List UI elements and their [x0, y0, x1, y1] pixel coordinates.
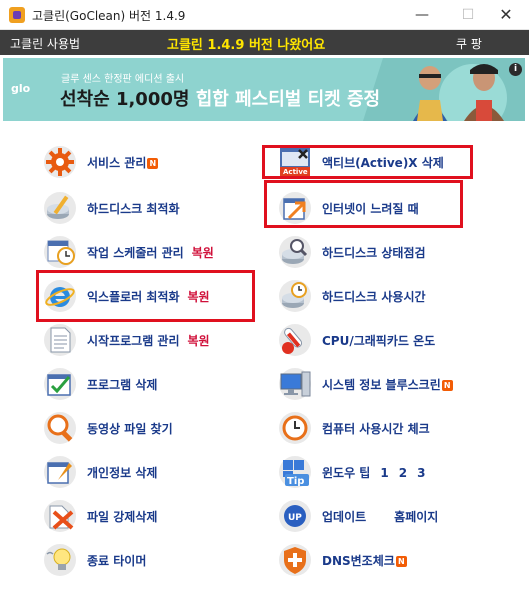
banner-headline-light: 힙합 페스티벌 티켓 증정 — [189, 89, 381, 110]
item-label: 하드디스크 상태점검 — [322, 246, 426, 260]
new-badge: N — [147, 158, 159, 169]
disk-health-item[interactable]: 하드디스크 상태점검 — [277, 234, 477, 270]
item-label: 파일 강제삭제 — [87, 510, 158, 524]
tip-3-link[interactable]: 3 — [417, 466, 425, 480]
close-button[interactable]: ✕ — [483, 0, 529, 30]
system-info-item[interactable]: 시스템 정보 블루스크린 N — [277, 366, 497, 402]
document-icon — [44, 324, 76, 356]
thermometer-icon — [279, 324, 311, 356]
howto-link[interactable]: 고클린 사용법 — [10, 35, 80, 52]
item-label: 시작프로그램 관리 — [87, 334, 180, 348]
svg-text:UP: UP — [288, 513, 302, 523]
new-badge: N — [441, 380, 453, 391]
privacy-delete-item[interactable]: 개인정보 삭제 — [42, 454, 242, 490]
shutdown-timer-item[interactable]: 종료 타이머 — [42, 542, 242, 578]
disk-optimize-item[interactable]: 하드디스크 최적화 — [42, 190, 242, 226]
cpu-gpu-temp-item[interactable]: CPU/그래픽카드 온도 — [277, 322, 477, 358]
ie-icon — [44, 280, 76, 312]
restore-link[interactable]: 복원 — [188, 290, 210, 304]
banner-person-icon — [413, 66, 447, 121]
new-badge: N — [395, 556, 407, 567]
item-label: 동영상 파일 찾기 — [87, 422, 173, 436]
item-label: 종료 타이머 — [87, 554, 147, 568]
banner-person-icon — [464, 64, 504, 121]
startup-manager-item[interactable]: 시작프로그램 관리 복원 — [42, 322, 257, 358]
bulb-icon — [44, 544, 76, 576]
item-label: 컴퓨터 사용시간 체크 — [322, 422, 430, 436]
gear-icon — [44, 146, 76, 178]
restore-link[interactable]: 복원 — [188, 334, 210, 348]
activex-icon: Active — [280, 148, 310, 176]
update-link[interactable]: 업데이트 — [322, 510, 366, 524]
internet-slow-item[interactable]: 인터넷이 느려질 때 — [277, 190, 477, 226]
clock-icon — [279, 412, 311, 444]
update-item[interactable]: UP 업데이트 홈페이지 — [277, 498, 477, 534]
coupang-link[interactable]: 쿠 팡 — [456, 35, 482, 52]
disk-wrench-icon — [44, 192, 76, 224]
internet-arrow-icon — [279, 192, 311, 224]
tip-1-link[interactable]: 1 — [380, 466, 388, 480]
svg-text:Tip: Tip — [287, 476, 304, 487]
item-label: DNS변조체크 — [322, 554, 395, 568]
program-remove-item[interactable]: 프로그램 삭제 — [42, 366, 242, 402]
dns-check-item[interactable]: DNS변조체크 N — [277, 542, 477, 578]
item-label: CPU/그래픽카드 온도 — [322, 334, 436, 348]
ad-banner[interactable]: glo 글루 센스 한정판 에디션 출시 선착순 1,000명 힙합 페스티벌 … — [3, 58, 525, 121]
svg-text:Active: Active — [283, 168, 308, 176]
item-label: 개인정보 삭제 — [87, 466, 158, 480]
delete-x-icon — [44, 500, 76, 532]
banner-headline: 선착순 1,000명 힙합 페스티벌 티켓 증정 — [60, 85, 380, 111]
magnifier-icon — [44, 412, 76, 444]
homepage-link[interactable]: 홈페이지 — [394, 510, 438, 524]
item-label: 인터넷이 느려질 때 — [322, 202, 419, 216]
video-find-item[interactable]: 동영상 파일 찾기 — [42, 410, 242, 446]
banner-headline-dark: 선착순 1,000명 — [60, 89, 190, 110]
disk-usage-time-item[interactable]: 하드디스크 사용시간 — [277, 278, 477, 314]
force-delete-item[interactable]: 파일 강제삭제 — [42, 498, 242, 534]
info-icon[interactable]: i — [509, 63, 522, 76]
item-label: 작업 스케줄러 관리 — [87, 246, 184, 260]
explorer-optimize-item[interactable]: 익스플로러 최적화 복원 — [42, 278, 252, 314]
item-label: 하드디스크 최적화 — [87, 202, 180, 216]
disk-search-icon — [279, 236, 311, 268]
shield-icon — [279, 544, 311, 576]
disk-clock-icon — [279, 280, 311, 312]
item-label: 하드디스크 사용시간 — [322, 290, 426, 304]
task-scheduler-item[interactable]: 작업 스케줄러 관리 복원 — [42, 234, 257, 270]
banner-subtitle: 글루 센스 한정판 에디션 출시 — [61, 74, 185, 85]
tip-icon: Tip — [279, 456, 311, 488]
item-label: 윈도우 팁 — [322, 466, 371, 480]
pc-usage-time-item[interactable]: 컴퓨터 사용시간 체크 — [277, 410, 477, 446]
item-label: 프로그램 삭제 — [87, 378, 158, 392]
app-icon — [9, 7, 25, 23]
item-label: 익스플로러 최적화 — [87, 290, 180, 304]
computer-icon — [279, 368, 311, 400]
item-label: 시스템 정보 블루스크린 — [322, 378, 441, 392]
minimize-button[interactable]: — — [399, 0, 445, 30]
windows-tip-item[interactable]: Tip 윈도우 팁 123 — [277, 454, 487, 490]
program-check-icon — [44, 368, 76, 400]
title-bar: 고클린(GoClean) 버전 1.4.9 — ☐ ✕ — [0, 0, 529, 30]
banner-brand: glo — [11, 82, 31, 95]
menu-bar: 고클린 사용법 고클린 1.4.9 버전 나왔어요 쿠 팡 — [0, 30, 529, 55]
activex-remove-item[interactable]: Active 액티브(Active)X 삭제 — [277, 144, 477, 180]
window-title: 고클린(GoClean) 버전 1.4.9 — [32, 9, 186, 23]
privacy-icon — [44, 456, 76, 488]
restore-link[interactable]: 복원 — [192, 246, 214, 260]
tip-2-link[interactable]: 2 — [399, 466, 407, 480]
update-icon: UP — [279, 500, 311, 532]
item-label: 액티브(Active)X 삭제 — [322, 156, 444, 170]
calendar-clock-icon — [44, 236, 76, 268]
item-label: 서비스 관리 — [87, 156, 147, 170]
service-manager-item[interactable]: 서비스 관리 N — [42, 144, 242, 180]
version-news-link[interactable]: 고클린 1.4.9 버전 나왔어요 — [167, 34, 325, 53]
